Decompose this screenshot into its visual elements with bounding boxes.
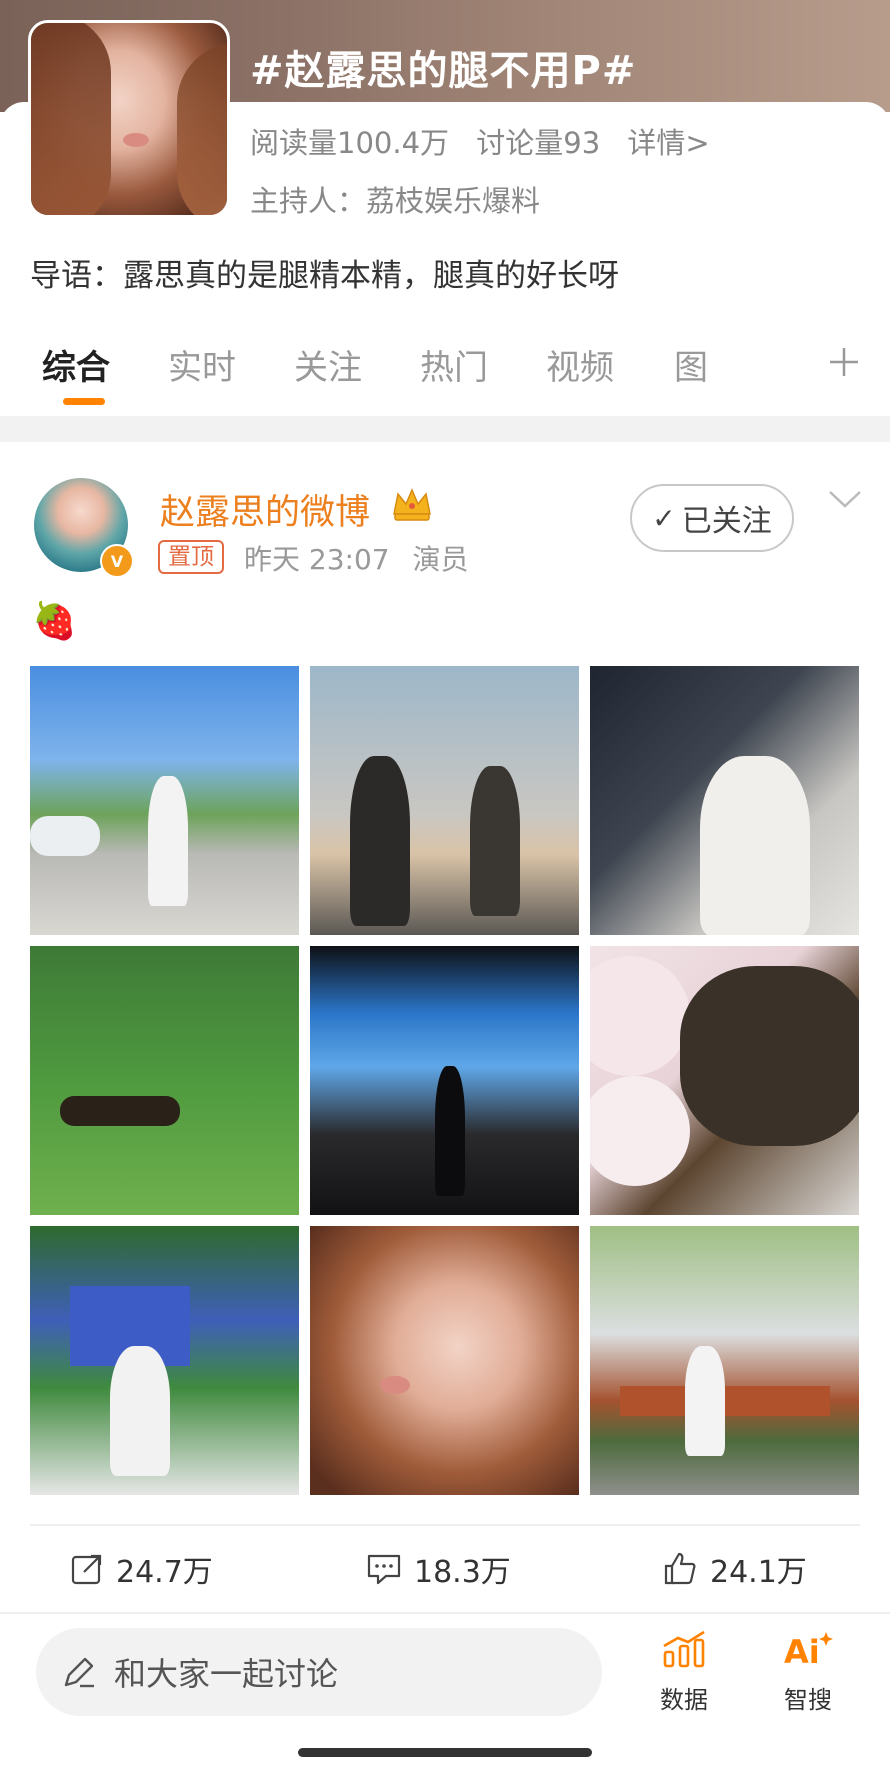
divider: [0, 1612, 890, 1614]
comment-button[interactable]: 18.3万: [366, 1546, 511, 1592]
read-count: 阅读量100.4万: [250, 126, 450, 160]
post-time: 昨天 23:07: [244, 543, 390, 576]
post-image-3[interactable]: [590, 666, 859, 935]
post-image-9[interactable]: [590, 1226, 859, 1495]
section-separator: [0, 416, 890, 442]
data-label: 数据: [660, 1686, 708, 1714]
post-source: 演员: [412, 543, 469, 576]
post-image-1[interactable]: [30, 666, 299, 935]
details-link[interactable]: 详情>: [627, 126, 709, 160]
check-icon: ✓: [652, 501, 676, 535]
pen-icon: [64, 1657, 94, 1688]
comment-count: 18.3万: [414, 1555, 511, 1590]
tab-video[interactable]: 视频: [546, 340, 614, 389]
feed-tabs: 综合 实时 关注 热门 视频 图: [0, 340, 890, 410]
post-image-2[interactable]: [310, 666, 579, 935]
verified-badge-icon: V: [100, 544, 134, 578]
topic-host[interactable]: 主持人：荔枝娱乐爆料: [250, 178, 540, 220]
post-text: 🍓: [32, 601, 77, 642]
post-image-7[interactable]: [30, 1226, 299, 1495]
topic-intro: 导语：露思真的是腿精本精，腿真的好长呀: [30, 258, 619, 294]
image-grid: [30, 666, 860, 1495]
topic-title: #赵露思的腿不用P#: [250, 48, 637, 94]
svg-text:Ai: Ai: [784, 1633, 820, 1670]
like-count: 24.1万: [710, 1555, 807, 1590]
data-button[interactable]: 数据: [642, 1630, 726, 1715]
pinned-badge: 置顶: [158, 540, 224, 574]
follow-button-label: 已关注: [681, 504, 772, 539]
topic-cover-image[interactable]: [28, 20, 230, 218]
repost-button[interactable]: 24.7万: [70, 1546, 213, 1592]
discussion-placeholder: 和大家一起讨论: [114, 1655, 339, 1693]
ai-icon: Ai: [784, 1632, 833, 1671]
active-tab-indicator: [63, 398, 105, 405]
post-image-5[interactable]: [310, 946, 579, 1215]
thumbs-up-icon: [664, 1552, 696, 1585]
ai-search-label: 智搜: [784, 1686, 832, 1714]
repost-count: 24.7万: [116, 1555, 213, 1590]
post-image-4[interactable]: [30, 946, 299, 1215]
tab-hot[interactable]: 热门: [420, 340, 488, 389]
plus-icon[interactable]: [826, 344, 862, 380]
author-name[interactable]: 赵露思的微博: [160, 484, 370, 535]
topic-stats: 阅读量100.4万 讨论量93 详情>: [250, 120, 728, 162]
bar-chart-icon: [663, 1630, 705, 1668]
divider: [30, 1524, 860, 1526]
discussion-input[interactable]: 和大家一起讨论: [36, 1628, 602, 1716]
tab-images[interactable]: 图: [674, 340, 708, 389]
crown-icon[interactable]: [390, 484, 434, 524]
tab-realtime[interactable]: 实时: [168, 340, 236, 389]
comment-icon: [367, 1554, 401, 1585]
discussion-count: 讨论量93: [476, 126, 601, 160]
post-image-8[interactable]: [310, 1226, 579, 1495]
post-image-6[interactable]: [590, 946, 859, 1215]
share-icon: [71, 1554, 102, 1585]
ai-search-button[interactable]: Ai 智搜: [766, 1630, 850, 1715]
like-button[interactable]: 24.1万: [662, 1546, 807, 1592]
tab-comprehensive[interactable]: 综合: [42, 340, 110, 389]
chevron-down-icon[interactable]: [826, 488, 864, 512]
post-meta: 昨天 23:07 演员: [244, 538, 483, 578]
follow-button[interactable]: ✓ 已关注: [630, 484, 794, 552]
home-indicator: [298, 1748, 592, 1757]
tab-following[interactable]: 关注: [294, 340, 362, 389]
